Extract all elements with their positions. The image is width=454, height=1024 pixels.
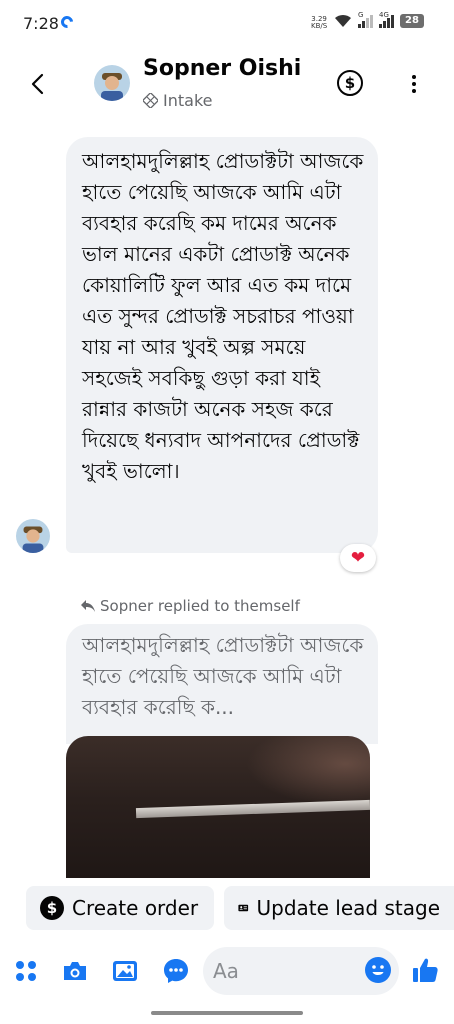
network-speed: 3.29 KB/S xyxy=(311,15,328,30)
status-bar: 7:28 3.29 KB/S G 4G 28 xyxy=(0,0,454,48)
chat-header: Sopner Oishi Intake $ xyxy=(0,48,454,120)
more-vertical-icon xyxy=(412,75,416,79)
signal-2-icon: 4G xyxy=(379,11,394,28)
update-lead-stage-button[interactable]: Update lead stage xyxy=(224,886,454,930)
reply-meta: Sopner replied to themself xyxy=(80,597,300,615)
gallery-button[interactable] xyxy=(112,958,138,984)
back-button[interactable] xyxy=(22,66,52,102)
id-card-icon xyxy=(238,904,249,912)
lead-stage-label: Intake xyxy=(163,91,213,110)
messenger-icon xyxy=(164,959,188,983)
emoji-button[interactable] xyxy=(365,957,391,983)
sender-avatar[interactable] xyxy=(16,519,50,553)
messenger-button[interactable] xyxy=(163,958,189,984)
reaction-badge[interactable]: ❤ xyxy=(340,544,376,572)
create-order-label: Create order xyxy=(72,896,199,920)
camera-button[interactable] xyxy=(62,958,88,984)
dollar-icon: $ xyxy=(344,74,356,92)
intake-icon xyxy=(143,93,158,108)
back-arrow-icon xyxy=(31,73,44,95)
quoted-message[interactable]: আলহামদুলিল্লাহ প্রোডাক্টটা আজকে হাতে পেয… xyxy=(66,624,378,744)
app-notification-icon xyxy=(58,13,76,31)
dollar-button[interactable]: $ xyxy=(337,70,363,96)
attached-photo[interactable] xyxy=(66,736,370,878)
like-button[interactable] xyxy=(410,955,440,985)
thumbs-up-icon xyxy=(413,958,438,982)
signal-1-icon: G xyxy=(358,11,373,28)
gallery-icon xyxy=(113,961,137,981)
composer xyxy=(0,944,454,1000)
camera-icon xyxy=(64,962,86,980)
battery-indicator: 28 xyxy=(400,14,424,28)
status-time: 7:28 xyxy=(23,14,59,33)
lead-stage[interactable]: Intake xyxy=(143,91,212,110)
quoted-text: আলহামদুলিল্লাহ প্রোডাক্টটা আজকে হাতে পেয… xyxy=(82,633,364,719)
home-indicator[interactable] xyxy=(151,1011,303,1015)
wifi-icon xyxy=(335,14,351,27)
contact-name[interactable]: Sopner Oishi xyxy=(143,56,301,81)
quick-actions: $ Create order Update lead stage xyxy=(0,878,454,940)
avatar-image xyxy=(16,519,50,553)
reply-meta-text: Sopner replied to themself xyxy=(100,597,300,615)
message-bubble[interactable]: আলহামদুলিল্লাহ প্রোডাক্টটা আজকে হাতে পেয… xyxy=(66,137,378,553)
more-options-button[interactable] xyxy=(404,70,424,98)
create-order-button[interactable]: $ Create order xyxy=(26,886,214,930)
grid-menu-button[interactable] xyxy=(13,958,39,984)
heart-reaction-icon: ❤ xyxy=(350,548,366,568)
dollar-coin-icon: $ xyxy=(40,896,64,920)
status-icons: G 4G 28 xyxy=(334,11,424,28)
contact-avatar[interactable] xyxy=(94,65,130,101)
avatar-image xyxy=(94,65,130,101)
emoji-icon xyxy=(366,958,390,982)
message-text: আলহামদুলিল্লাহ প্রোডাক্টটা আজকে হাতে পেয… xyxy=(82,149,364,483)
grid-menu-icon xyxy=(16,961,36,981)
update-lead-stage-label: Update lead stage xyxy=(256,896,440,920)
reply-arrow-icon xyxy=(81,600,95,612)
